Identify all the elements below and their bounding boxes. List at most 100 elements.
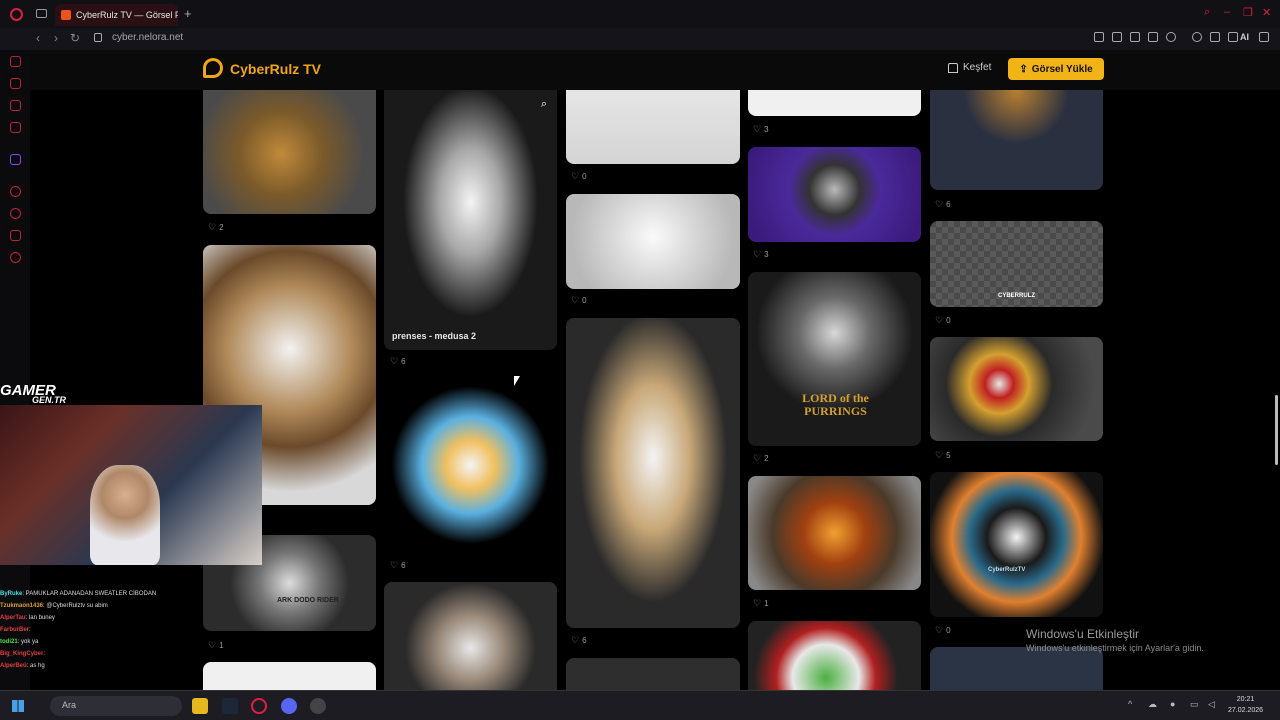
gallery-card[interactable] [384, 582, 557, 690]
new-tab-icon[interactable]: + [184, 6, 192, 21]
ai-button[interactable]: AI [1240, 32, 1249, 42]
sidebar-twitch-icon[interactable] [10, 154, 21, 165]
gallery-card[interactable] [748, 147, 921, 242]
reload-icon[interactable]: ↻ [70, 31, 80, 45]
gallery-card[interactable] [566, 658, 740, 690]
heart-icon[interactable] [1166, 32, 1176, 42]
tray-network-icon[interactable]: ▭ [1190, 699, 1199, 710]
tray-mic-icon[interactable]: ● [1170, 699, 1175, 709]
start-icon[interactable] [12, 700, 24, 712]
like-count[interactable]: ♡ 1 [753, 598, 769, 609]
gallery-card[interactable] [203, 90, 376, 214]
adblock-icon[interactable] [1130, 32, 1140, 42]
gallery-card[interactable]: CyberRulzTV [930, 472, 1103, 617]
url-field[interactable]: cyber.nelora.net [112, 32, 183, 43]
like-count[interactable]: ♡ 6 [390, 356, 406, 367]
address-bar: ‹ › ↻ cyber.nelora.net AI [0, 28, 1280, 50]
gallery-card[interactable] [748, 476, 921, 590]
lock-icon [94, 33, 102, 42]
like-count[interactable]: ♡ 0 [571, 295, 587, 306]
gamer-logo-sub: GEN.TR [32, 395, 67, 405]
tab-active[interactable]: CyberRulz TV — Görsel Pa [55, 4, 178, 26]
heart-icon: ♡ [390, 560, 399, 570]
mouse-cursor-icon [514, 376, 520, 386]
opera-icon[interactable] [10, 8, 23, 21]
taskbar-search[interactable]: Ara [50, 696, 182, 716]
snapshot-icon[interactable] [1112, 32, 1122, 42]
gallery-card[interactable] [748, 621, 921, 690]
like-count[interactable]: ♡ 0 [935, 315, 951, 326]
upload-button[interactable]: ⇪ Görsel Yükle [1008, 58, 1104, 80]
gallery-card[interactable]: ⌕ [384, 90, 557, 350]
forward-icon[interactable]: › [54, 31, 58, 45]
player-icon[interactable] [1148, 32, 1158, 42]
site-logo-icon[interactable] [203, 58, 223, 78]
back-icon[interactable]: ‹ [36, 31, 40, 45]
image-caption: prenses - medusa 2 [392, 331, 477, 341]
like-count[interactable]: ♡ 0 [571, 171, 587, 182]
gallery-card[interactable] [748, 90, 921, 116]
gallery-card[interactable] [566, 90, 740, 164]
like-count[interactable]: ♡ 2 [208, 222, 224, 233]
like-count[interactable]: ♡ 2 [753, 453, 769, 464]
explore-label: Keşfet [963, 62, 992, 73]
heart-icon: ♡ [753, 453, 762, 463]
gallery-card[interactable] [930, 90, 1103, 190]
steam-icon[interactable] [222, 698, 238, 714]
close-icon[interactable]: ✕ [1262, 6, 1271, 19]
file-explorer-icon[interactable] [192, 698, 208, 714]
explore-link[interactable]: Keşfet [948, 62, 991, 73]
heart-icon: ♡ [571, 635, 580, 645]
obs-icon[interactable] [310, 698, 326, 714]
like-count[interactable]: ♡ 6 [390, 560, 406, 571]
profile-icon[interactable] [1192, 32, 1202, 42]
maximize-icon[interactable]: ❐ [1243, 6, 1253, 19]
download-icon[interactable] [1210, 32, 1220, 42]
tshirt-text: CYBERRULZ [998, 293, 1035, 299]
sidebar-extensions-icon[interactable] [10, 230, 21, 241]
sidebar-settings-icon[interactable] [10, 252, 21, 263]
like-count[interactable]: ♡ 6 [571, 635, 587, 646]
chat-message: Tzukmaon1436: @CyberRulztv su abim [0, 603, 108, 609]
sidebar-history-icon[interactable] [10, 208, 21, 219]
sidebar-refresh-icon[interactable] [10, 56, 21, 67]
tray-volume-icon[interactable]: ◁ [1208, 699, 1215, 710]
sidebar-messenger-icon[interactable] [10, 100, 21, 111]
like-count[interactable]: ♡ 5 [935, 450, 951, 461]
activation-watermark-sub: Windows'u etkinleştirmek için Ayarlar'a … [1026, 643, 1204, 653]
gallery-card[interactable] [384, 380, 557, 550]
zoom-icon[interactable]: ⌕ [541, 98, 547, 111]
taskbar-clock[interactable]: 20:21 27.02.2026 [1228, 694, 1263, 716]
webcam-overlay [0, 405, 262, 565]
heart-icon: ♡ [935, 625, 944, 635]
scrollbar-thumb[interactable] [1275, 395, 1278, 465]
tabs-icon[interactable] [36, 9, 47, 18]
gallery-card[interactable] [566, 318, 740, 628]
sidebar-bag-icon[interactable] [10, 78, 21, 89]
gallery-card[interactable] [566, 194, 740, 289]
gallery-card[interactable] [930, 647, 1103, 690]
sidebar-player-icon[interactable] [10, 186, 21, 197]
tray-onedrive-icon[interactable]: ☁ [1148, 699, 1157, 710]
bookmark-icon[interactable] [1094, 32, 1104, 42]
minimize-icon[interactable]: – [1224, 6, 1230, 18]
like-count[interactable]: ♡ 6 [935, 199, 951, 210]
streamer-image [90, 465, 160, 565]
aria-icon[interactable] [1228, 32, 1238, 42]
discord-icon[interactable] [281, 698, 297, 714]
gallery-card[interactable]: LORD of the PURRINGS [748, 272, 921, 446]
sidebar-m-icon[interactable] [10, 122, 21, 133]
gallery-card[interactable]: CYBERRULZ [930, 221, 1103, 307]
like-count[interactable]: ♡ 3 [753, 124, 769, 135]
opera-taskbar-icon[interactable] [251, 698, 267, 714]
chat-message: ByRuke: PAMUKLAR ADANADAN SWEATLER CİBOD… [0, 591, 157, 597]
site-logo-text[interactable]: CyberRulz TV [230, 61, 321, 77]
menu-icon[interactable] [1259, 32, 1269, 42]
like-count[interactable]: ♡ 3 [753, 249, 769, 260]
search-tabs-icon[interactable]: ⌕ [1204, 6, 1210, 19]
gallery-card[interactable] [930, 337, 1103, 441]
tray-chevron-icon[interactable]: ^ [1128, 699, 1132, 709]
tshirt-text: ARK DODO RIDER [277, 597, 339, 604]
like-count[interactable]: ♡ 0 [935, 625, 951, 636]
heart-icon: ♡ [208, 222, 217, 232]
